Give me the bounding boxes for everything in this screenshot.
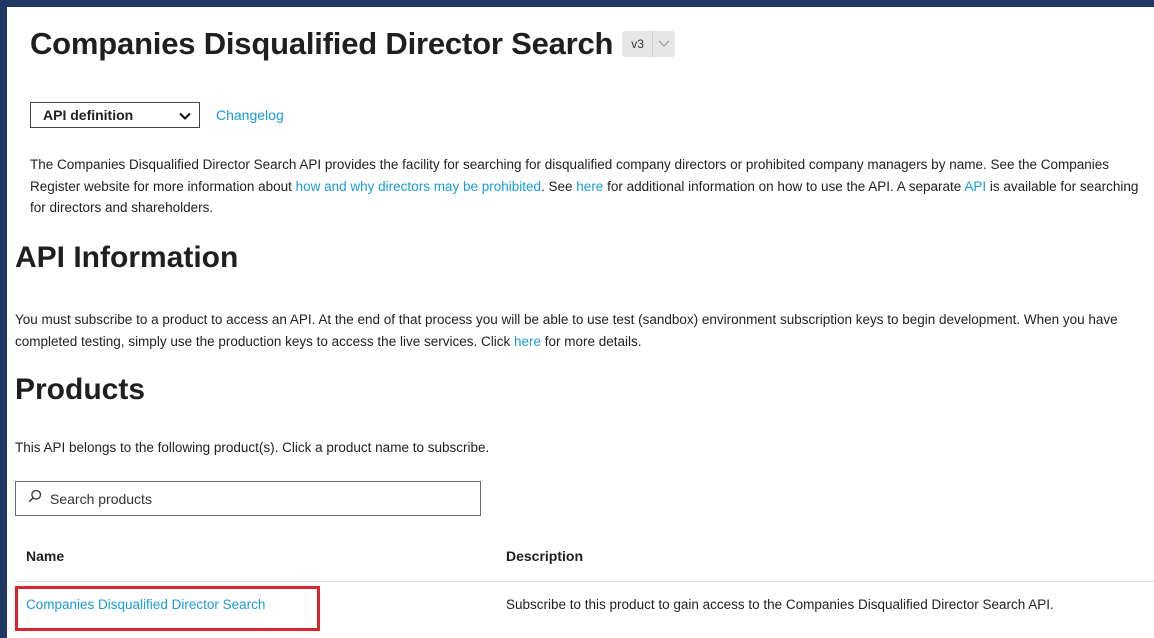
page-title: Companies Disqualified Director Search [30, 26, 614, 61]
search-products-input[interactable] [48, 489, 452, 508]
separate-api-link[interactable]: API [964, 179, 986, 194]
more-details-link[interactable]: here [514, 334, 541, 349]
chevron-down-icon [179, 107, 191, 123]
title-row: Companies Disqualified Director Search v… [30, 26, 675, 62]
products-heading: Products [15, 373, 146, 406]
definition-toolbar: API definition Changelog [30, 102, 284, 128]
api-information-heading: API Information [15, 241, 239, 274]
description-text: . See [541, 178, 577, 194]
version-label: v3 [631, 37, 644, 51]
api-description: The Companies Disqualified Director Sear… [30, 154, 1145, 219]
products-intro: This API belongs to the following produc… [15, 440, 490, 455]
api-definition-select-value: API definition [43, 107, 134, 123]
window-frame-top [0, 0, 1154, 7]
changelog-link[interactable]: Changelog [216, 107, 284, 123]
highlight-box [15, 586, 320, 631]
name-column-header: Name [26, 548, 65, 564]
product-description: Subscribe to this product to gain access… [506, 597, 1054, 612]
info-text: for more details. [541, 333, 642, 349]
usage-info-link[interactable]: here [576, 179, 603, 194]
version-selector[interactable]: v3 [622, 31, 675, 57]
api-definition-select[interactable]: API definition [30, 102, 200, 128]
prohibited-directors-link[interactable]: how and why directors may be prohibited [296, 179, 541, 194]
description-column-header: Description [506, 548, 584, 564]
description-text: for additional information on how to use… [603, 178, 965, 194]
window-frame-left [0, 0, 7, 638]
search-icon [28, 489, 42, 508]
products-table-header: Name Description [15, 548, 1154, 582]
api-information-text: You must subscribe to a product to acces… [15, 309, 1145, 352]
chevron-down-icon[interactable] [651, 31, 675, 57]
search-products-box[interactable] [15, 481, 481, 516]
